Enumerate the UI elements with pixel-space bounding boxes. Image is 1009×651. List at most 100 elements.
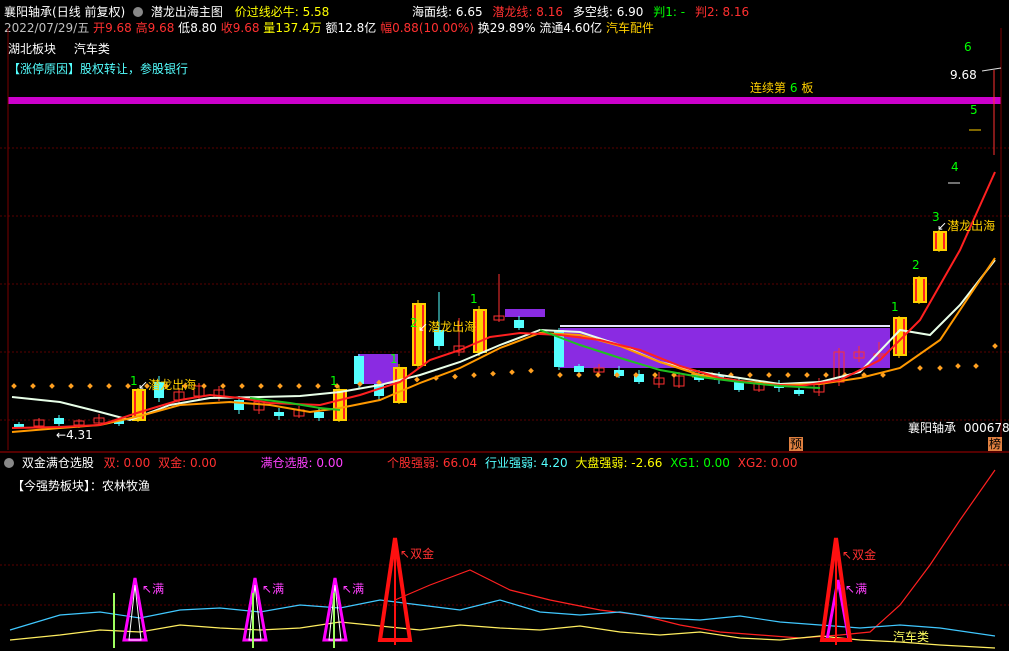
signal-label: ↙潜龙出海: [937, 219, 996, 233]
shuang-label: 双: [103, 456, 116, 470]
xg1-value: 0.00: [703, 456, 730, 470]
support-dot: [595, 372, 601, 378]
candle-fill: [477, 311, 483, 351]
sub-title[interactable]: 双金满仓选股: [22, 456, 94, 470]
candle-body: [274, 412, 284, 416]
shuangjin-label: ↖双金: [400, 547, 435, 561]
dragon-zone-box: [560, 328, 890, 368]
xg2-label: XG2: [737, 456, 763, 470]
candle-fill: [416, 305, 422, 364]
man-label: ↖满: [342, 582, 365, 596]
hangye-label: 行业强弱: [485, 456, 534, 470]
support-dot: [471, 372, 477, 378]
support-dot: [414, 376, 420, 383]
streak-count-1: 1: [470, 292, 478, 306]
support-dot: [220, 383, 226, 389]
xg1-label: XG1: [670, 456, 696, 470]
man-label: ↖满: [142, 582, 165, 596]
bang-badge[interactable]: 榜: [988, 437, 1003, 451]
support-dot: [992, 343, 998, 349]
support-dot: [652, 372, 658, 378]
hangye-value: 4.20: [540, 456, 568, 470]
sub-toggle-icon[interactable]: [4, 458, 14, 468]
support-dot: [106, 383, 112, 389]
stock-watermark-name: 襄阳轴承: [908, 421, 957, 435]
man-text: 满: [352, 582, 365, 596]
support-dot: [68, 383, 74, 389]
support-dot: [49, 383, 55, 389]
support-dot: [277, 383, 283, 389]
yu-badge[interactable]: 预: [789, 437, 804, 451]
candle-body: [354, 356, 364, 384]
streak-count-1: 1: [330, 374, 338, 388]
candle-body: [54, 418, 64, 424]
candle-fill: [397, 369, 403, 401]
man-label: ↖满: [845, 582, 868, 596]
support-dot: [490, 370, 496, 377]
support-dot: [937, 365, 943, 371]
streak-count-2: 2: [912, 258, 920, 272]
man-text: 满: [855, 582, 868, 596]
streak-count-1: 2: [410, 316, 418, 330]
support-dot: [785, 372, 791, 378]
support-dot: [509, 369, 515, 376]
support-dot: [315, 383, 321, 389]
candle-body: [514, 320, 524, 328]
support-dot: [747, 372, 753, 378]
min-price-value: 4.31: [66, 428, 93, 442]
stock-code: 000678: [963, 421, 1009, 435]
strong-sector: 【今强势板块】：农林牧渔: [12, 479, 151, 493]
main-grid: [0, 147, 1009, 606]
manxuan-value: 0.00: [316, 456, 344, 470]
gegu-value: 66.04: [442, 456, 478, 470]
support-dot: [804, 372, 810, 378]
candle-fill: [917, 279, 923, 301]
support-dot: [557, 372, 563, 378]
support-dot: [11, 383, 17, 389]
xg2-value: 0.00: [770, 456, 798, 470]
sub-sector-tag: 汽车类: [893, 630, 930, 644]
shuangjin-text: 双金: [410, 547, 435, 561]
support-dot: [973, 363, 979, 369]
stock-watermark: 襄阳轴承 000678: [908, 421, 1009, 435]
support-dot: [87, 383, 93, 389]
streak-count-1: 1: [130, 374, 138, 388]
support-dot: [917, 365, 923, 371]
shuang-value: 0.00: [123, 456, 151, 470]
support-dot: [30, 383, 36, 389]
support-dot: [766, 372, 772, 378]
shuangjin-label: ↖双金: [842, 548, 877, 562]
streak-count-1: 1: [390, 352, 398, 366]
sub-header: 双金满仓选股 双: 0.00 双金: 0.00 满仓选股: 0.00 个股强弱:…: [4, 456, 797, 470]
shuangjin-value: 0.00: [189, 456, 217, 470]
min-price-label: ←4.31: [56, 428, 93, 442]
man-text: 满: [272, 582, 285, 596]
streak-count-1: 1: [891, 300, 899, 314]
signal-text: 潜龙出海: [148, 378, 197, 392]
support-dot: [201, 383, 207, 389]
dapan-value: -2.66: [631, 456, 663, 470]
dapan-label: 大盘强弱: [575, 456, 624, 470]
max-price-label: 9.68: [950, 68, 977, 82]
support-dot: [823, 372, 829, 378]
price-marker: [981, 67, 1002, 72]
candle-body: [794, 390, 804, 394]
signal-label: ↙潜龙出海: [418, 320, 477, 334]
gegu-label: 个股强弱: [386, 456, 435, 470]
candle-body: [314, 412, 324, 418]
support-dot: [955, 363, 961, 369]
support-dot: [452, 373, 458, 380]
shuangjin-label: 双金: [158, 456, 183, 470]
shuangjin-text: 双金: [852, 548, 877, 562]
man-text: 满: [152, 582, 165, 596]
candle-fill: [337, 391, 343, 419]
signal-label: ↙潜龙出海: [138, 378, 197, 392]
manxuan-label: 满仓选股: [260, 456, 309, 470]
support-dot: [528, 367, 534, 374]
streak-count-6: 6: [964, 40, 972, 54]
streak-count-5: 5: [970, 103, 978, 117]
candle-body: [574, 366, 584, 372]
signal-text: 潜龙出海: [947, 219, 996, 233]
support-dot: [239, 383, 245, 389]
signal-text: 潜龙出海: [428, 320, 477, 334]
